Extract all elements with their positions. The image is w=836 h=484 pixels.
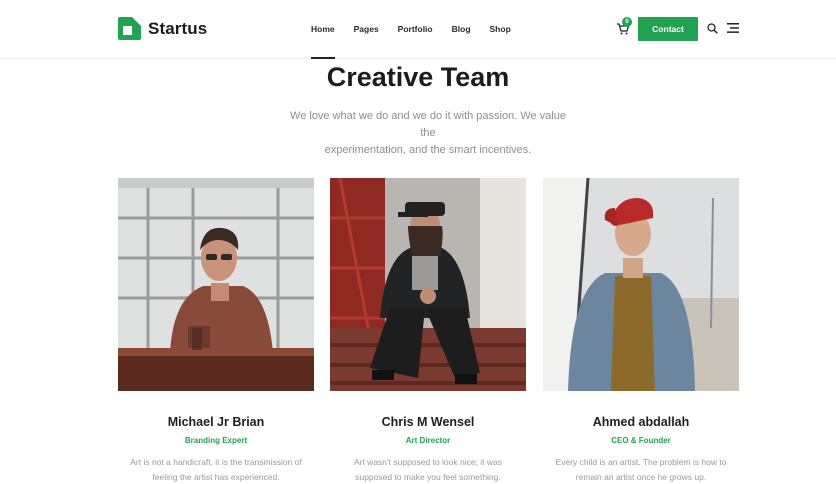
section-title: Creative Team — [326, 62, 510, 92]
logo[interactable]: Startus — [118, 17, 207, 40]
site-header: Startus Home Pages Portfolio Blog Shop 0… — [0, 0, 836, 59]
logo-icon — [118, 17, 141, 40]
team-member-card[interactable]: Ahmed abdallah CEO & Founder Every child… — [543, 177, 739, 484]
team-member-role: Branding Expert — [184, 436, 248, 445]
bio-line: Every child is an artist. The problem is… — [555, 457, 727, 467]
search-icon[interactable] — [707, 23, 718, 34]
nav-item-shop[interactable]: Shop — [490, 24, 511, 34]
team-member-role: CEO & Founder — [611, 436, 671, 445]
subtitle-line: experimentation, and the smart incentive… — [324, 144, 532, 156]
team-member-card[interactable]: Michael Jr Brian Branding Expert Art is … — [118, 178, 314, 484]
bio-line: feeling the artist has experienced. — [152, 472, 280, 482]
main-nav: Home Pages Portfolio Blog Shop — [311, 24, 530, 59]
team-member-bio: Art is not a handicraft, it is the trans… — [118, 455, 314, 484]
bio-line: remain an artist once he grows up. — [575, 472, 707, 482]
team-member-name: Michael Jr Brian — [167, 415, 265, 429]
team-member-photo — [543, 177, 739, 392]
cart-count-badge: 0 — [622, 17, 632, 27]
team-member-name: Chris M Wensel — [381, 415, 475, 429]
bio-line: Art wasn't supposed to look nice; it was — [353, 457, 503, 467]
menu-icon[interactable] — [727, 23, 739, 33]
bio-line: Art is not a handicraft, it is the trans… — [130, 457, 302, 467]
subtitle-line: We love what we do and we do it with pas… — [290, 110, 566, 139]
team-member-photo — [330, 177, 526, 392]
team-member-bio: Every child is an artist. The problem is… — [543, 455, 739, 484]
bio-line: supposed to make you feel something. — [355, 472, 501, 482]
team-member-card[interactable]: Chris M Wensel Art Director Art wasn't s… — [330, 177, 526, 484]
team-member-bio: Art wasn't supposed to look nice; it was… — [330, 455, 526, 484]
nav-item-portfolio[interactable]: Portfolio — [398, 24, 433, 34]
team-member-name: Ahmed abdallah — [592, 415, 690, 429]
nav-item-blog[interactable]: Blog — [452, 24, 471, 34]
team-member-photo — [118, 178, 314, 391]
contact-button[interactable]: Contact — [638, 17, 698, 41]
section-subtitle: We love what we do and we do it with pas… — [283, 108, 573, 159]
nav-item-pages[interactable]: Pages — [354, 24, 379, 34]
logo-text: Startus — [148, 18, 208, 38]
nav-item-home[interactable]: Home — [311, 24, 335, 59]
team-member-role: Art Director — [405, 436, 451, 445]
